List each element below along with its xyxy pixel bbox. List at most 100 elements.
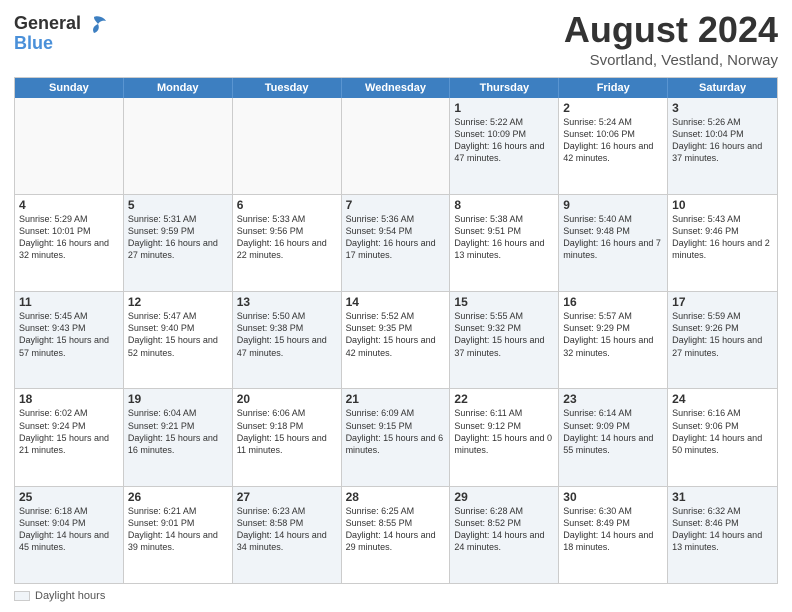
- calendar-cell: [15, 98, 124, 194]
- calendar: SundayMondayTuesdayWednesdayThursdayFrid…: [14, 77, 778, 584]
- calendar-cell: 19Sunrise: 6:04 AM Sunset: 9:21 PM Dayli…: [124, 389, 233, 485]
- day-info: Sunrise: 5:24 AM Sunset: 10:06 PM Daylig…: [563, 116, 663, 165]
- day-info: Sunrise: 6:02 AM Sunset: 9:24 PM Dayligh…: [19, 407, 119, 456]
- calendar-cell: 17Sunrise: 5:59 AM Sunset: 9:26 PM Dayli…: [668, 292, 777, 388]
- calendar-cell: 18Sunrise: 6:02 AM Sunset: 9:24 PM Dayli…: [15, 389, 124, 485]
- day-info: Sunrise: 6:16 AM Sunset: 9:06 PM Dayligh…: [672, 407, 773, 456]
- logo-text: General Blue: [14, 14, 106, 54]
- calendar-row: 11Sunrise: 5:45 AM Sunset: 9:43 PM Dayli…: [15, 291, 777, 388]
- day-number: 25: [19, 490, 119, 504]
- day-info: Sunrise: 6:23 AM Sunset: 8:58 PM Dayligh…: [237, 505, 337, 554]
- day-number: 1: [454, 101, 554, 115]
- calendar-cell: 4Sunrise: 5:29 AM Sunset: 10:01 PM Dayli…: [15, 195, 124, 291]
- day-number: 15: [454, 295, 554, 309]
- day-number: 22: [454, 392, 554, 406]
- day-info: Sunrise: 6:04 AM Sunset: 9:21 PM Dayligh…: [128, 407, 228, 456]
- day-number: 7: [346, 198, 446, 212]
- day-info: Sunrise: 5:43 AM Sunset: 9:46 PM Dayligh…: [672, 213, 773, 262]
- calendar-cell: 9Sunrise: 5:40 AM Sunset: 9:48 PM Daylig…: [559, 195, 668, 291]
- day-info: Sunrise: 5:59 AM Sunset: 9:26 PM Dayligh…: [672, 310, 773, 359]
- weekday-header: Thursday: [450, 78, 559, 98]
- calendar-row: 4Sunrise: 5:29 AM Sunset: 10:01 PM Dayli…: [15, 194, 777, 291]
- calendar-cell: 2Sunrise: 5:24 AM Sunset: 10:06 PM Dayli…: [559, 98, 668, 194]
- day-info: Sunrise: 6:30 AM Sunset: 8:49 PM Dayligh…: [563, 505, 663, 554]
- day-number: 23: [563, 392, 663, 406]
- day-number: 29: [454, 490, 554, 504]
- calendar-cell: 26Sunrise: 6:21 AM Sunset: 9:01 PM Dayli…: [124, 487, 233, 583]
- calendar-cell: 30Sunrise: 6:30 AM Sunset: 8:49 PM Dayli…: [559, 487, 668, 583]
- day-number: 2: [563, 101, 663, 115]
- day-number: 12: [128, 295, 228, 309]
- day-info: Sunrise: 6:28 AM Sunset: 8:52 PM Dayligh…: [454, 505, 554, 554]
- calendar-cell: 14Sunrise: 5:52 AM Sunset: 9:35 PM Dayli…: [342, 292, 451, 388]
- day-info: Sunrise: 6:32 AM Sunset: 8:46 PM Dayligh…: [672, 505, 773, 554]
- legend-label: Daylight hours: [35, 590, 105, 602]
- calendar-cell: 10Sunrise: 5:43 AM Sunset: 9:46 PM Dayli…: [668, 195, 777, 291]
- location: Svortland, Vestland, Norway: [564, 52, 778, 69]
- calendar-cell: 11Sunrise: 5:45 AM Sunset: 9:43 PM Dayli…: [15, 292, 124, 388]
- calendar-cell: 12Sunrise: 5:47 AM Sunset: 9:40 PM Dayli…: [124, 292, 233, 388]
- weekday-header: Tuesday: [233, 78, 342, 98]
- calendar-cell: 31Sunrise: 6:32 AM Sunset: 8:46 PM Dayli…: [668, 487, 777, 583]
- calendar-cell: [233, 98, 342, 194]
- day-number: 4: [19, 198, 119, 212]
- calendar-cell: [124, 98, 233, 194]
- calendar-cell: 1Sunrise: 5:22 AM Sunset: 10:09 PM Dayli…: [450, 98, 559, 194]
- title-block: August 2024 Svortland, Vestland, Norway: [564, 10, 778, 69]
- day-info: Sunrise: 5:52 AM Sunset: 9:35 PM Dayligh…: [346, 310, 446, 359]
- day-number: 28: [346, 490, 446, 504]
- day-info: Sunrise: 5:31 AM Sunset: 9:59 PM Dayligh…: [128, 213, 228, 262]
- day-number: 13: [237, 295, 337, 309]
- day-number: 8: [454, 198, 554, 212]
- logo-blue: Blue: [14, 34, 106, 54]
- day-info: Sunrise: 5:33 AM Sunset: 9:56 PM Dayligh…: [237, 213, 337, 262]
- weekday-header: Wednesday: [342, 78, 451, 98]
- calendar-cell: 6Sunrise: 5:33 AM Sunset: 9:56 PM Daylig…: [233, 195, 342, 291]
- day-info: Sunrise: 6:21 AM Sunset: 9:01 PM Dayligh…: [128, 505, 228, 554]
- calendar-cell: 24Sunrise: 6:16 AM Sunset: 9:06 PM Dayli…: [668, 389, 777, 485]
- weekday-header: Saturday: [668, 78, 777, 98]
- day-info: Sunrise: 5:29 AM Sunset: 10:01 PM Daylig…: [19, 213, 119, 262]
- calendar-cell: 3Sunrise: 5:26 AM Sunset: 10:04 PM Dayli…: [668, 98, 777, 194]
- day-number: 30: [563, 490, 663, 504]
- calendar-cell: 5Sunrise: 5:31 AM Sunset: 9:59 PM Daylig…: [124, 195, 233, 291]
- day-number: 18: [19, 392, 119, 406]
- day-info: Sunrise: 6:11 AM Sunset: 9:12 PM Dayligh…: [454, 407, 554, 456]
- day-number: 6: [237, 198, 337, 212]
- weekday-header: Sunday: [15, 78, 124, 98]
- logo-bird-icon: [84, 15, 106, 33]
- day-info: Sunrise: 5:26 AM Sunset: 10:04 PM Daylig…: [672, 116, 773, 165]
- day-number: 14: [346, 295, 446, 309]
- weekday-header: Monday: [124, 78, 233, 98]
- calendar-header: SundayMondayTuesdayWednesdayThursdayFrid…: [15, 78, 777, 98]
- day-info: Sunrise: 5:40 AM Sunset: 9:48 PM Dayligh…: [563, 213, 663, 262]
- calendar-row: 25Sunrise: 6:18 AM Sunset: 9:04 PM Dayli…: [15, 486, 777, 583]
- calendar-row: 18Sunrise: 6:02 AM Sunset: 9:24 PM Dayli…: [15, 388, 777, 485]
- day-number: 31: [672, 490, 773, 504]
- day-number: 9: [563, 198, 663, 212]
- calendar-body: 1Sunrise: 5:22 AM Sunset: 10:09 PM Dayli…: [15, 98, 777, 583]
- calendar-cell: 20Sunrise: 6:06 AM Sunset: 9:18 PM Dayli…: [233, 389, 342, 485]
- day-info: Sunrise: 6:18 AM Sunset: 9:04 PM Dayligh…: [19, 505, 119, 554]
- day-number: 21: [346, 392, 446, 406]
- calendar-cell: 29Sunrise: 6:28 AM Sunset: 8:52 PM Dayli…: [450, 487, 559, 583]
- day-info: Sunrise: 6:06 AM Sunset: 9:18 PM Dayligh…: [237, 407, 337, 456]
- header: General Blue August 2024 Svortland, Vest…: [14, 10, 778, 69]
- day-number: 24: [672, 392, 773, 406]
- calendar-cell: 28Sunrise: 6:25 AM Sunset: 8:55 PM Dayli…: [342, 487, 451, 583]
- day-info: Sunrise: 6:09 AM Sunset: 9:15 PM Dayligh…: [346, 407, 446, 456]
- legend-box: [14, 591, 30, 601]
- day-number: 3: [672, 101, 773, 115]
- day-number: 5: [128, 198, 228, 212]
- day-info: Sunrise: 5:50 AM Sunset: 9:38 PM Dayligh…: [237, 310, 337, 359]
- day-info: Sunrise: 5:45 AM Sunset: 9:43 PM Dayligh…: [19, 310, 119, 359]
- logo-general: General: [14, 14, 81, 34]
- logo: General Blue: [14, 14, 106, 54]
- day-number: 19: [128, 392, 228, 406]
- legend: Daylight hours: [14, 590, 778, 602]
- day-info: Sunrise: 5:22 AM Sunset: 10:09 PM Daylig…: [454, 116, 554, 165]
- day-number: 27: [237, 490, 337, 504]
- day-info: Sunrise: 5:55 AM Sunset: 9:32 PM Dayligh…: [454, 310, 554, 359]
- weekday-header: Friday: [559, 78, 668, 98]
- day-info: Sunrise: 6:25 AM Sunset: 8:55 PM Dayligh…: [346, 505, 446, 554]
